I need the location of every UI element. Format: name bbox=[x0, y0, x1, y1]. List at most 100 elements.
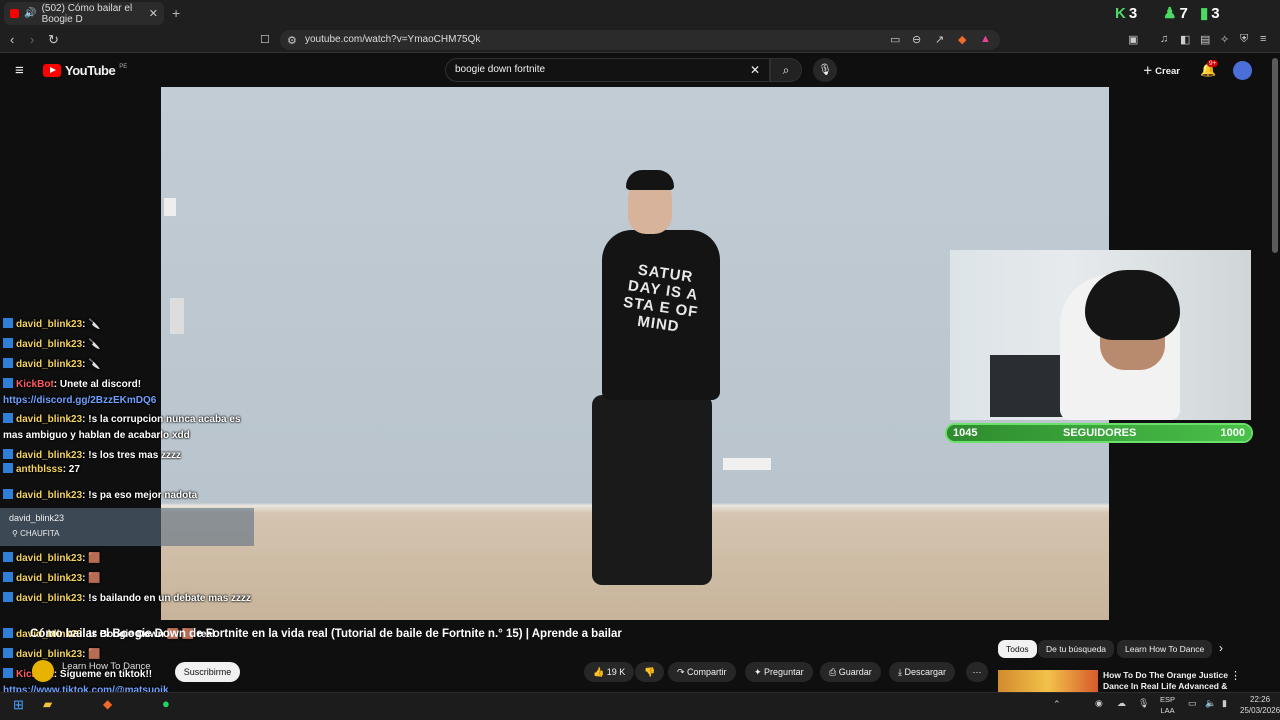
account-avatar[interactable] bbox=[1233, 61, 1252, 80]
sidebar-icon[interactable]: ▣ bbox=[1128, 33, 1138, 46]
vpn-icon[interactable]: ⛨ bbox=[1240, 33, 1248, 46]
create-button[interactable]: ＋ Crear bbox=[1143, 63, 1180, 77]
spotify-icon[interactable]: ● bbox=[162, 696, 170, 711]
chip-channel[interactable]: Learn How To Dance bbox=[1117, 640, 1213, 658]
extension-score-3[interactable]: ▮ 3 bbox=[1200, 4, 1220, 23]
bookmark-icon[interactable]: ☐ bbox=[260, 33, 270, 46]
chat-badge-icon bbox=[3, 648, 13, 658]
chat-badge-icon bbox=[3, 592, 13, 602]
dancer-legs bbox=[592, 395, 712, 585]
back-icon[interactable]: ‹ bbox=[10, 32, 14, 47]
extension-score-2[interactable]: ♟ 7 bbox=[1163, 4, 1188, 23]
chip-all[interactable]: Todos bbox=[998, 640, 1037, 658]
chat-username[interactable]: david_blink23 bbox=[16, 339, 82, 350]
thumbs-up-icon: 👍 bbox=[593, 667, 607, 677]
site-info-icon[interactable]: ⚙ bbox=[287, 34, 297, 47]
channel-avatar[interactable] bbox=[32, 660, 54, 682]
chat-username[interactable]: david_blink23 bbox=[16, 649, 82, 660]
brave-shield-icon[interactable]: ◆ bbox=[958, 33, 966, 46]
music-icon[interactable]: ♫ bbox=[1160, 33, 1168, 45]
brave-taskbar-icon[interactable]: ◆ bbox=[103, 697, 112, 711]
chat-username[interactable]: anthblsss bbox=[16, 464, 63, 475]
chat-badge-icon bbox=[3, 338, 13, 348]
screenshot-icon[interactable]: ▭ bbox=[890, 33, 900, 46]
recommendation-thumbnail[interactable] bbox=[998, 670, 1098, 692]
shirt-print: SATUR DAY IS A STA E OF MIND bbox=[622, 261, 700, 336]
chat-username[interactable]: david_blink23 bbox=[16, 414, 82, 425]
close-tab-icon[interactable]: ✕ bbox=[149, 7, 158, 20]
chat-link[interactable]: https://discord.gg/2BzzEKmDQ6 bbox=[3, 395, 156, 406]
chat-username[interactable]: david_blink23 bbox=[16, 450, 82, 461]
chat-username[interactable]: david_blink23 bbox=[16, 553, 82, 564]
network-icon[interactable]: ▭ bbox=[1188, 698, 1197, 709]
browser-tab[interactable]: 🔊 (502) Cómo bailar el Boogie D ✕ bbox=[4, 2, 164, 25]
zoom-icon[interactable]: ⊖ bbox=[912, 33, 921, 46]
chat-message: anthblsss: 27 bbox=[3, 462, 253, 478]
channel-name[interactable]: Learn How To Dance bbox=[62, 661, 151, 672]
chat-username[interactable]: david_blink23 bbox=[16, 359, 82, 370]
recommendation-title[interactable]: How To Do The Orange Justice Dance In Re… bbox=[1103, 670, 1228, 692]
chat-username[interactable]: david_blink23 bbox=[16, 573, 82, 584]
hamburger-menu-icon[interactable]: ≡ bbox=[15, 62, 24, 79]
chat-badge-icon bbox=[3, 552, 13, 562]
split-view-icon[interactable]: ◧ bbox=[1180, 33, 1190, 46]
download-button[interactable]: ⤓ Descargar bbox=[889, 662, 955, 682]
rewards-icon[interactable]: ▲ bbox=[980, 33, 991, 45]
person-icon: ♟ bbox=[1163, 5, 1177, 22]
wallet-icon[interactable]: ▤ bbox=[1200, 33, 1210, 46]
start-icon[interactable]: ⊞ bbox=[13, 697, 24, 713]
thumbs-down-icon: 👎 bbox=[644, 667, 656, 677]
clear-search-icon[interactable]: ✕ bbox=[750, 63, 760, 77]
search-button[interactable]: ⌕ bbox=[770, 58, 802, 82]
tray-expand-icon[interactable]: ⌃ bbox=[1053, 699, 1061, 710]
ask-button[interactable]: ✦ Preguntar bbox=[745, 662, 813, 682]
chat-username[interactable]: david_blink23 bbox=[16, 319, 82, 330]
chat-badge-icon bbox=[3, 668, 13, 678]
save-button[interactable]: ⎙ Guardar bbox=[820, 662, 881, 682]
youtube-logo[interactable]: YouTube PE bbox=[43, 63, 127, 78]
chat-text: : 27 bbox=[62, 464, 80, 475]
file-explorer-icon[interactable]: ▰ bbox=[43, 697, 52, 711]
share-icon[interactable]: ↗ bbox=[935, 33, 944, 46]
chat-badge-icon bbox=[3, 378, 13, 388]
leo-ai-icon[interactable]: ✧ bbox=[1220, 33, 1229, 46]
share-button[interactable]: ↷ Compartir bbox=[668, 662, 736, 682]
menu-icon[interactable]: ≡ bbox=[1260, 33, 1266, 45]
dislike-button[interactable]: 👎 bbox=[635, 662, 665, 682]
system-clock[interactable]: 22:26 25/03/2026 bbox=[1240, 694, 1280, 716]
mic-tray-icon[interactable]: 🎙 bbox=[1138, 698, 1149, 709]
battery-icon[interactable]: ▮ bbox=[1222, 698, 1227, 709]
k-icon: K bbox=[1115, 4, 1126, 22]
chat-message: david_blink23: !s la corrupcion nunca ac… bbox=[3, 412, 253, 444]
chat-username[interactable]: david_blink23 bbox=[16, 490, 82, 501]
chat-text: : 🟫 bbox=[82, 553, 101, 564]
cloud-tray-icon[interactable]: ☁ bbox=[1117, 698, 1126, 709]
chat-text: : !s pa eso mejor nadota bbox=[82, 490, 198, 501]
recommendation-menu-icon[interactable]: ⋮ bbox=[1230, 669, 1241, 682]
language-indicator[interactable]: ESP LAA bbox=[1160, 694, 1175, 716]
more-dots-icon: ⋯ bbox=[972, 667, 982, 677]
chat-username[interactable]: KickBot bbox=[16, 379, 54, 390]
discord-tray-icon[interactable]: ◉ bbox=[1095, 698, 1103, 709]
volume-icon[interactable]: 🔈 bbox=[1205, 698, 1216, 709]
os-taskbar bbox=[0, 692, 1280, 720]
sparkle-icon: ✦ bbox=[754, 667, 765, 677]
voice-search-button[interactable]: 🎙 bbox=[813, 58, 837, 82]
tab-title: (502) Cómo bailar el Boogie D bbox=[41, 2, 133, 25]
webcam-bed bbox=[990, 355, 1065, 417]
chat-username[interactable]: david_blink23 bbox=[16, 593, 82, 604]
forward-icon[interactable]: › bbox=[30, 32, 34, 47]
chip-from-search[interactable]: De tu búsqueda bbox=[1038, 640, 1115, 658]
extension-score-1[interactable]: K 3 bbox=[1115, 4, 1137, 22]
like-button[interactable]: 👍 19 K bbox=[584, 662, 635, 682]
chat-text: : Unete al discord! bbox=[53, 379, 142, 390]
subscribe-button[interactable]: Suscribirme bbox=[175, 662, 240, 682]
reload-icon[interactable]: ↻ bbox=[48, 32, 59, 48]
new-tab-button[interactable]: + bbox=[172, 5, 180, 21]
share-arrow-icon: ↷ bbox=[677, 667, 688, 677]
chevron-right-icon[interactable]: › bbox=[1219, 641, 1223, 655]
search-input[interactable]: boogie down fortnite bbox=[445, 58, 770, 82]
more-actions-button[interactable]: ⋯ bbox=[966, 662, 988, 682]
page-scrollbar[interactable] bbox=[1272, 58, 1278, 253]
chat-message: david_blink23: !s bailando en un debate … bbox=[3, 591, 253, 607]
